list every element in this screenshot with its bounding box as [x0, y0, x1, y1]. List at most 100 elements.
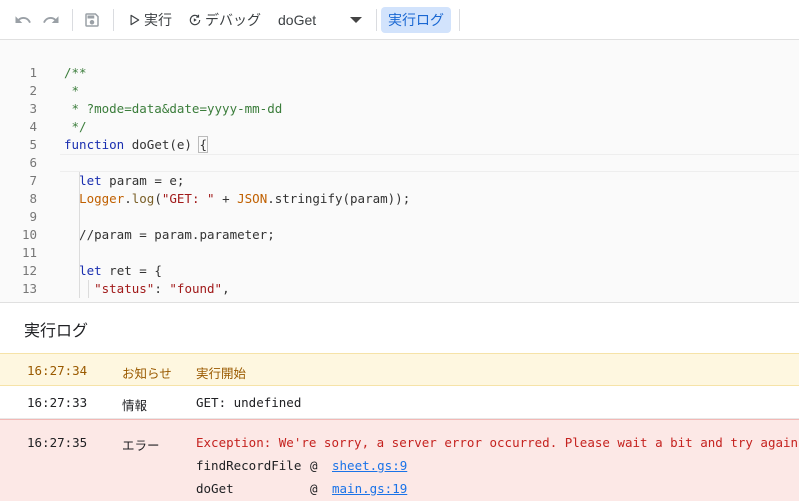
toolbar-divider [459, 8, 460, 31]
undo-icon[interactable] [12, 9, 34, 31]
code-text: function doGet(e) { [64, 136, 208, 154]
code-line: 4 */ [0, 118, 799, 136]
code-line: 3 * ?mode=data&date=yyyy-mm-dd [0, 100, 799, 118]
log-time: 16:27:35 [27, 435, 88, 450]
toolbar: 実行 デバッグ doGet 実行ログ [0, 0, 799, 40]
log-level: 情報 [122, 398, 148, 413]
code-line: 1 /** [0, 64, 799, 82]
log-time: 16:27:33 [27, 395, 88, 410]
line-number: 4 [29, 119, 37, 134]
stack-function: findRecordFile [196, 458, 302, 473]
line-number: 11 [21, 245, 37, 260]
stack-at: @ [310, 458, 318, 473]
code-token: + [214, 191, 238, 206]
line-number: 10 [21, 227, 37, 242]
toolbar-divider [376, 8, 377, 31]
line-number: 9 [29, 209, 37, 224]
code-line: 2 * [0, 82, 799, 100]
redo-icon[interactable] [40, 9, 62, 31]
execution-log-title: 実行ログ [24, 323, 89, 340]
code-line: 9 [0, 208, 799, 226]
code-token: "found" [169, 281, 223, 296]
code-token: Logger [79, 191, 125, 206]
execution-log-panel: 実行ログ 16:27:34 お知らせ 実行開始 16:27:33 情報 GET:… [0, 302, 799, 501]
log-message: 実行開始 [196, 366, 247, 381]
code-line: 5 function doGet(e) { [0, 136, 799, 154]
code-token: : [154, 281, 170, 296]
code-token: let [79, 173, 102, 188]
code-text: * ?mode=data&date=yyyy-mm-dd [64, 100, 283, 118]
indent-guide [88, 280, 89, 298]
indent-guide [79, 172, 80, 298]
toolbar-divider [72, 8, 73, 31]
code-line: 11 [0, 244, 799, 262]
code-line: 10 //param = param.parameter; [0, 226, 799, 244]
code-token: let [79, 263, 102, 278]
debug-label: デバッグ [205, 11, 261, 28]
code-text: */ [64, 118, 87, 136]
code-token: doGet(e) [124, 137, 200, 152]
function-select-value: doGet [278, 11, 317, 28]
code-text: Logger.log("GET: " + JSON.stringify(para… [64, 190, 410, 208]
save-icon[interactable] [81, 9, 103, 31]
line-number: 2 [29, 83, 37, 98]
line-number: 5 [29, 137, 37, 152]
code-token: function [64, 137, 125, 152]
execution-log-button[interactable]: 実行ログ [381, 6, 451, 33]
log-row-info: 16:27:33 情報 GET: undefined [0, 386, 799, 419]
code-token: /** [64, 65, 87, 80]
code-line: 8 Logger.log("GET: " + JSON.stringify(pa… [0, 190, 799, 208]
code-line: 12 let ret = { [0, 262, 799, 280]
stack-location-link[interactable]: sheet.gs:9 [332, 458, 407, 473]
line-number: 3 [29, 101, 37, 116]
log-row-notice: 16:27:34 お知らせ 実行開始 [0, 353, 799, 386]
run-button[interactable]: 実行 [122, 6, 177, 34]
code-line: 7 let param = e; [0, 172, 799, 190]
code-token: "GET: " [161, 191, 215, 206]
log-message: Exception: We're sorry, a server error o… [196, 435, 799, 450]
code-token: "status" [94, 281, 155, 296]
chevron-down-icon [350, 16, 362, 23]
log-level: エラー [122, 438, 160, 453]
code-token: , [222, 281, 230, 296]
code-token: log [131, 191, 155, 206]
code-line: 6 [0, 154, 799, 172]
stack-at: @ [310, 481, 318, 496]
line-number: 7 [29, 173, 37, 188]
line-number: 12 [21, 263, 37, 278]
code-token: */ [64, 119, 87, 134]
code-token: * ?mode=data&date=yyyy-mm-dd [64, 101, 283, 116]
code-token: .stringify(param)); [267, 191, 411, 206]
code-token: * [64, 83, 80, 98]
stack-function: doGet [196, 481, 234, 496]
play-icon [130, 14, 140, 25]
line-number: 8 [29, 191, 37, 206]
code-token: JSON [237, 191, 268, 206]
code-token: { [198, 136, 208, 153]
code-token: ( [154, 191, 162, 206]
stack-location-link[interactable]: main.gs:19 [332, 481, 407, 496]
run-label: 実行 [144, 11, 172, 28]
code-token: //param = param.parameter; [64, 227, 275, 242]
code-token: ret = { [101, 263, 162, 278]
code-text: /** [64, 64, 87, 82]
code-text: * [64, 82, 80, 100]
code-token: param = e; [101, 173, 185, 188]
code-text: //param = param.parameter; [64, 226, 275, 244]
log-row-error: 16:27:35 エラー Exception: We're sorry, a s… [0, 419, 799, 501]
log-level: お知らせ [122, 366, 172, 381]
debug-button[interactable]: デバッグ [183, 6, 266, 34]
code-line: 13 "status": "found", [0, 280, 799, 298]
code-text: let param = e; [64, 172, 184, 190]
line-number: 6 [29, 155, 37, 170]
function-select[interactable]: doGet [272, 6, 368, 34]
code-token: . [124, 191, 132, 206]
toolbar-divider [113, 8, 114, 31]
log-time: 16:27:34 [27, 363, 88, 378]
line-number: 1 [29, 65, 37, 80]
code-editor[interactable]: 1/** 2 * 3 * ?mode=data&date=yyyy-mm-dd 4 *… [0, 40, 799, 302]
line-number: 13 [21, 281, 37, 296]
